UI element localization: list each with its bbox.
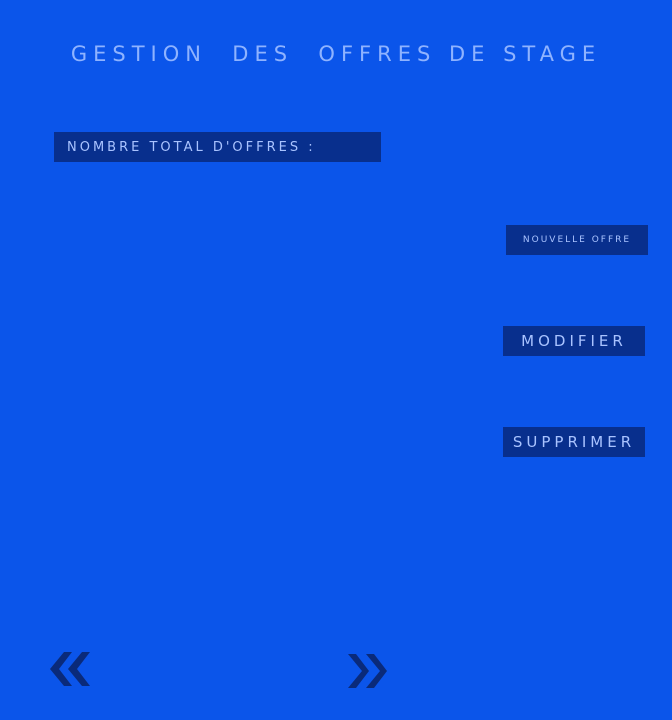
total-offers-panel: NOMBRE TOTAL D'OFFRES : (54, 132, 381, 162)
next-page-button[interactable] (338, 642, 398, 698)
edit-offer-button[interactable]: MODIFIER (503, 326, 645, 356)
page-title: GESTION DES OFFRES DE STAGE (70, 42, 602, 66)
offers-management-page: GESTION DES OFFRES DE STAGE NOMBRE TOTAL… (0, 0, 672, 720)
new-offer-button[interactable]: NOUVELLE OFFRE (506, 225, 648, 255)
delete-offer-button[interactable]: SUPPRIMER (503, 427, 645, 457)
double-chevron-right-icon (348, 654, 387, 688)
previous-page-button[interactable] (42, 642, 102, 698)
total-offers-label: NOMBRE TOTAL D'OFFRES : (67, 139, 316, 155)
double-chevron-left-icon (50, 652, 90, 686)
